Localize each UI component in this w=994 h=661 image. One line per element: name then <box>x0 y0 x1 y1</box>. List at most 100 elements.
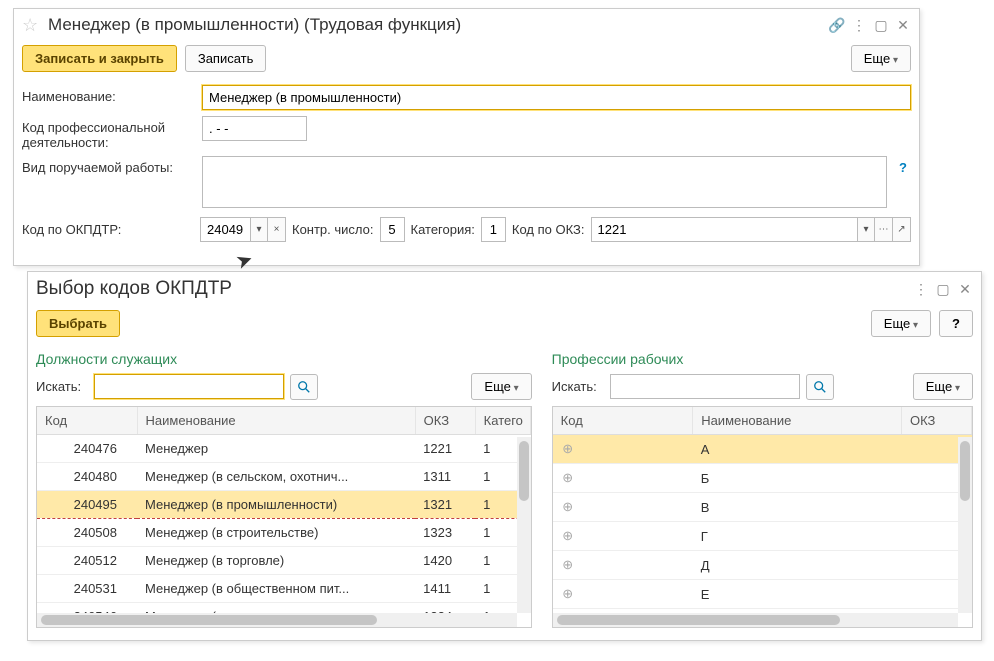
help-icon[interactable]: ? <box>895 156 911 179</box>
search-icon[interactable] <box>290 374 318 400</box>
table-row[interactable]: 240476Менеджер12211 <box>37 435 530 463</box>
okz-open-icon[interactable]: ↗ <box>893 217 911 242</box>
prof-code-input[interactable] <box>202 116 307 141</box>
save-close-button[interactable]: Записать и закрыть <box>22 45 177 72</box>
maximize-icon[interactable]: ▢ <box>873 17 889 33</box>
expand-icon[interactable]: ⊕ <box>553 493 583 522</box>
col-cat[interactable]: Катего <box>475 407 530 435</box>
okz-label: Код по ОКЗ: <box>512 222 585 237</box>
cell-okz: 1221 <box>415 435 475 463</box>
cell-code: 240531 <box>37 575 137 603</box>
cell-name: Менеджер (в общественном пит... <box>137 575 415 603</box>
columns: Должности служащих Искать: Еще Код Наиме… <box>28 347 981 628</box>
table-row[interactable]: 240531Менеджер (в общественном пит...141… <box>37 575 530 603</box>
toolbar: Выбрать Еще ? <box>28 306 981 347</box>
name-row: Наименование: <box>14 82 919 113</box>
cell-okz: 1411 <box>415 575 475 603</box>
search-label: Искать: <box>552 379 604 394</box>
cell-code <box>583 551 693 580</box>
help-button[interactable]: ? <box>939 310 973 337</box>
cell-code <box>583 580 693 609</box>
table-row[interactable]: ⊕Б <box>553 464 972 493</box>
positions-column: Должности служащих Искать: Еще Код Наиме… <box>36 347 532 628</box>
cell-okz: 1311 <box>415 463 475 491</box>
check-num-input[interactable] <box>380 217 405 242</box>
name-label: Наименование: <box>22 85 194 104</box>
select-button[interactable]: Выбрать <box>36 310 120 337</box>
col-okz[interactable]: ОКЗ <box>902 407 972 435</box>
titlebar: ☆ Менеджер (в промышленности) (Трудовая … <box>14 9 919 41</box>
cell-code <box>583 435 693 464</box>
positions-title: Должности служащих <box>36 351 532 367</box>
professions-search-input[interactable] <box>610 374 800 399</box>
maximize-icon[interactable]: ▢ <box>935 281 951 297</box>
link-icon[interactable]: 🔗 <box>829 17 845 33</box>
professions-more-button[interactable]: Еще <box>913 373 973 400</box>
cell-code: 240476 <box>37 435 137 463</box>
okz-dropdown-icon[interactable]: ▾ <box>857 217 875 242</box>
expand-icon[interactable]: ⊕ <box>553 580 583 609</box>
vertical-scrollbar[interactable] <box>958 437 972 613</box>
work-type-input[interactable] <box>202 156 887 208</box>
col-code[interactable]: Код <box>553 407 693 435</box>
cell-name: Г <box>693 522 902 551</box>
more-button[interactable]: Еще <box>871 310 931 337</box>
okpdtr-clear-icon[interactable]: × <box>268 217 286 242</box>
category-label: Категория: <box>411 222 475 237</box>
window-title: Менеджер (в промышленности) (Трудовая фу… <box>48 15 823 35</box>
expand-icon[interactable]: ⊕ <box>553 464 583 493</box>
col-name[interactable]: Наименование <box>693 407 902 435</box>
cell-name: Е <box>693 580 902 609</box>
table-row[interactable]: 240495Менеджер (в промышленности)13211 <box>37 491 530 519</box>
positions-more-button[interactable]: Еще <box>471 373 531 400</box>
positions-table: Код Наименование ОКЗ Катего 240476Менедж… <box>37 407 531 628</box>
close-icon[interactable]: ✕ <box>957 281 973 297</box>
prof-code-row: Код профессиональной деятельности: <box>14 113 919 153</box>
cell-name: Менеджер (в промышленности) <box>137 491 415 519</box>
check-num-label: Контр. число: <box>292 222 374 237</box>
cell-code <box>583 464 693 493</box>
cell-code: 240495 <box>37 491 137 519</box>
okz-input[interactable] <box>591 217 858 242</box>
table-row[interactable]: ⊕Г <box>553 522 972 551</box>
kebab-icon[interactable]: ⋮ <box>913 281 929 297</box>
professions-title: Профессии рабочих <box>552 351 973 367</box>
save-button[interactable]: Записать <box>185 45 267 72</box>
table-row[interactable]: ⊕В <box>553 493 972 522</box>
professions-search-row: Искать: Еще <box>552 373 973 400</box>
okpdtr-row: Код по ОКПДТР: ▾ × Контр. число: Категор… <box>14 211 919 248</box>
okz-ellipsis-icon[interactable]: ⋯ <box>875 217 893 242</box>
okpdtr-input[interactable] <box>200 217 250 242</box>
col-okz[interactable]: ОКЗ <box>415 407 475 435</box>
vertical-scrollbar[interactable] <box>517 437 531 613</box>
okpdtr-dropdown-icon[interactable]: ▾ <box>250 217 268 242</box>
expand-icon[interactable]: ⊕ <box>553 551 583 580</box>
table-row[interactable]: 240512Менеджер (в торговле)14201 <box>37 547 530 575</box>
professions-column: Профессии рабочих Искать: Еще Код Наимен… <box>552 347 973 628</box>
favorite-icon[interactable]: ☆ <box>22 17 38 33</box>
cell-name: Д <box>693 551 902 580</box>
kebab-icon[interactable]: ⋮ <box>851 17 867 33</box>
positions-table-wrap: Код Наименование ОКЗ Катего 240476Менедж… <box>36 406 532 628</box>
name-input[interactable] <box>202 85 911 110</box>
expand-icon[interactable]: ⊕ <box>553 522 583 551</box>
okpdtr-picker-window: Выбор кодов ОКПДТР ⋮ ▢ ✕ Выбрать Еще ? Д… <box>27 271 982 641</box>
table-row[interactable]: 240508Менеджер (в строительстве)13231 <box>37 519 530 547</box>
cell-code: 240508 <box>37 519 137 547</box>
more-button[interactable]: Еще <box>851 45 911 72</box>
positions-search-input[interactable] <box>94 374 284 399</box>
cell-name: В <box>693 493 902 522</box>
table-row[interactable]: ⊕Е <box>553 580 972 609</box>
table-row[interactable]: 240480Менеджер (в сельском, охотнич...13… <box>37 463 530 491</box>
labor-function-window: ☆ Менеджер (в промышленности) (Трудовая … <box>13 8 920 266</box>
search-icon[interactable] <box>806 374 834 400</box>
horizontal-scrollbar[interactable] <box>553 613 958 627</box>
close-icon[interactable]: ✕ <box>895 17 911 33</box>
col-code[interactable]: Код <box>37 407 137 435</box>
table-row[interactable]: ⊕А <box>553 435 972 464</box>
col-name[interactable]: Наименование <box>137 407 415 435</box>
table-row[interactable]: ⊕Д <box>553 551 972 580</box>
expand-icon[interactable]: ⊕ <box>553 435 583 464</box>
horizontal-scrollbar[interactable] <box>37 613 517 627</box>
category-input[interactable] <box>481 217 506 242</box>
